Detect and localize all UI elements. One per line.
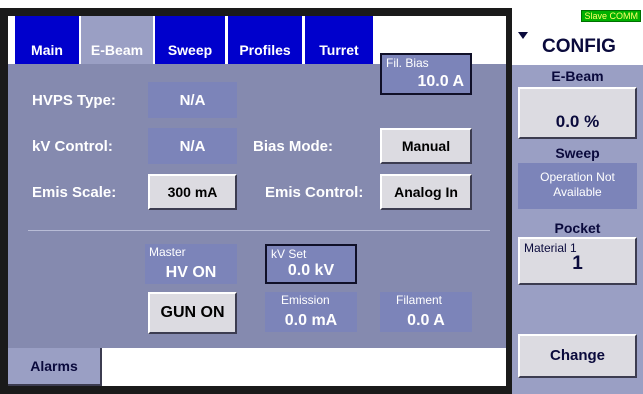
kv-set-caption: kV Set	[271, 247, 307, 261]
kv-control-label: kV Control:	[32, 138, 113, 155]
section-divider	[28, 230, 490, 231]
master-readout: Master HV ON	[145, 244, 237, 284]
emis-scale-button[interactable]: 300 mA	[148, 174, 237, 210]
gun-on-button[interactable]: GUN ON	[148, 292, 237, 334]
filament-value: 0.0 A	[407, 312, 445, 329]
tab-ebeam[interactable]: E-Beam	[81, 16, 153, 64]
sweep-section-header: Sweep	[555, 145, 600, 161]
kv-control-value: N/A	[148, 128, 237, 164]
emission-readout: Emission 0.0 mA	[265, 292, 357, 332]
sweep-status: Operation Not Available	[518, 163, 637, 209]
filament-readout: Filament 0.0 A	[380, 292, 472, 332]
alarms-button[interactable]: Alarms	[8, 348, 102, 386]
ebeam-panel: HVPS Type: N/A kV Control: N/A Emis Scal…	[8, 53, 506, 348]
emis-scale-label: Emis Scale:	[32, 184, 117, 201]
bias-mode-label: Bias Mode:	[253, 138, 334, 155]
fil-bias-readout: Fil. Bias 10.0 A	[380, 53, 472, 95]
tab-profiles-label: Profiles	[239, 42, 291, 58]
ebeam-percent-value: 0.0 %	[555, 112, 600, 131]
fil-bias-caption: Fil. Bias	[386, 56, 429, 70]
emis-control-label: Emis Control:	[265, 184, 364, 201]
chevron-down-icon[interactable]	[518, 32, 528, 39]
pocket-section-header: Pocket	[554, 220, 601, 236]
emis-control-button[interactable]: Analog In	[380, 174, 472, 210]
tab-sweep[interactable]: Sweep	[155, 16, 225, 64]
filament-caption: Filament	[396, 293, 443, 307]
config-header[interactable]: Slave COMM CONFIG	[512, 8, 643, 65]
tab-ebeam-label: E-Beam	[90, 42, 144, 58]
emission-value: 0.0 mA	[284, 312, 338, 329]
tab-turret-label: Turret	[319, 42, 359, 58]
config-title: CONFIG	[542, 36, 616, 57]
tab-main-label: Main	[31, 42, 63, 58]
slave-comm-badge: Slave COMM	[581, 10, 641, 22]
tab-turret[interactable]: Turret	[305, 16, 373, 64]
fil-bias-value: 10.0 A	[417, 73, 464, 90]
ebeam-section-header: E-Beam	[551, 68, 604, 84]
master-caption: Master	[149, 245, 186, 259]
kv-set-value: 0.0 kV	[287, 262, 335, 279]
kv-set-readout: kV Set 0.0 kV	[265, 244, 357, 284]
hvps-type-value: N/A	[148, 82, 237, 118]
tab-sweep-label: Sweep	[167, 42, 213, 58]
tab-main[interactable]: Main	[15, 16, 79, 64]
pocket-number: 1	[572, 253, 583, 274]
bottom-bar: Alarms	[8, 348, 506, 386]
tab-profiles[interactable]: Profiles	[228, 16, 302, 64]
pocket-button[interactable]: Material 1 1	[518, 237, 637, 285]
bias-mode-button[interactable]: Manual	[380, 128, 472, 164]
change-button-label: Change	[549, 347, 605, 364]
ebeam-percent-button[interactable]: 0.0 %	[518, 87, 637, 139]
config-sidebar: Slave COMM CONFIG E-Beam 0.0 % Sweep Ope…	[512, 8, 643, 394]
emission-caption: Emission	[281, 293, 330, 307]
master-value: HV ON	[165, 264, 217, 281]
hvps-type-label: HVPS Type:	[32, 92, 116, 109]
change-button[interactable]: Change	[518, 334, 637, 378]
